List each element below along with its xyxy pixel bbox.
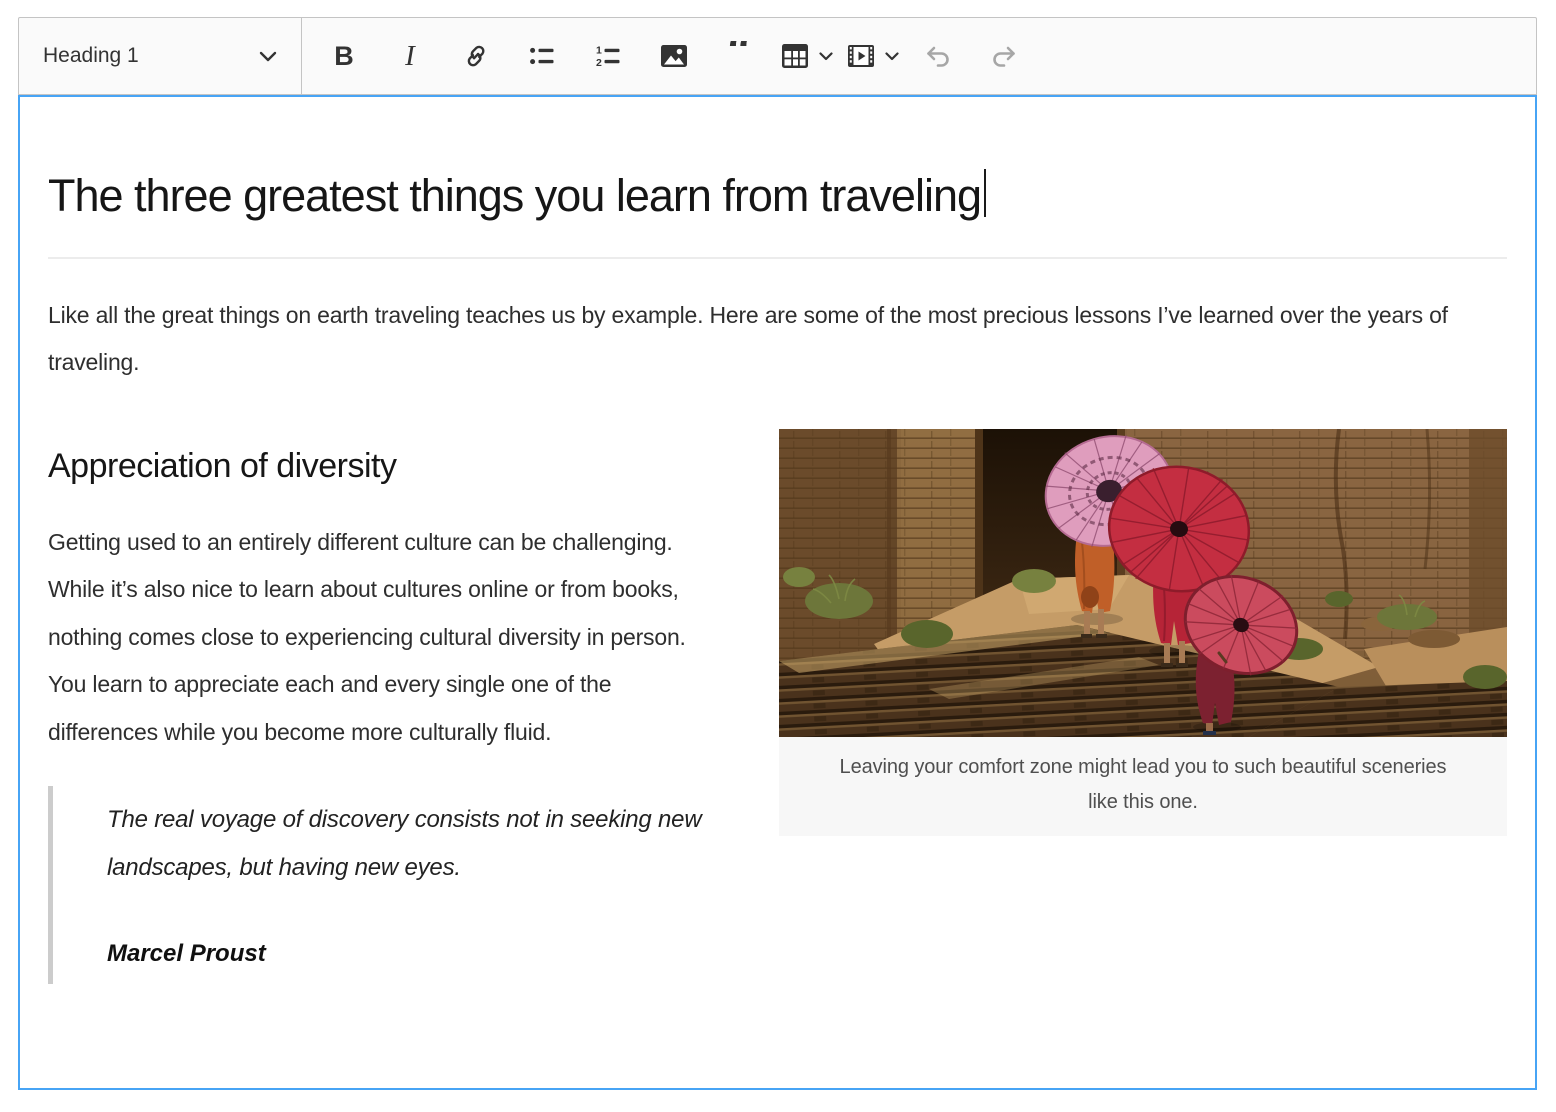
italic-button[interactable]: I — [382, 28, 438, 84]
insert-table-button[interactable] — [778, 28, 834, 84]
monks-umbrellas-photo — [779, 429, 1507, 737]
block-quote-button[interactable]: “ — [712, 28, 768, 84]
quote-text: The real voyage of discovery consists no… — [107, 796, 719, 892]
redo-button[interactable] — [976, 28, 1032, 84]
quote-author: Marcel Proust — [107, 940, 719, 968]
heading-dropdown-label: Heading 1 — [43, 44, 139, 68]
block-quote-icon: “ — [727, 41, 753, 71]
intro-paragraph: Like all the great things on earth trave… — [48, 292, 1507, 386]
svg-text:1: 1 — [596, 44, 602, 56]
numbered-list-icon: 1 2 — [594, 42, 622, 70]
insert-image-button[interactable] — [646, 28, 702, 84]
text-cursor — [984, 169, 986, 217]
chevron-down-icon — [885, 52, 899, 61]
chevron-down-icon — [259, 51, 277, 62]
toolbar-buttons: B I — [302, 18, 1032, 94]
redo-icon — [989, 41, 1019, 71]
bulleted-list-button[interactable] — [514, 28, 570, 84]
heading-dropdown[interactable]: Heading 1 — [19, 18, 302, 94]
rich-text-editor: Heading 1 B I — [18, 17, 1537, 1090]
bulleted-list-icon — [528, 42, 556, 70]
table-icon — [780, 41, 810, 71]
image-caption[interactable]: Leaving your comfort zone might lead you… — [779, 737, 1507, 836]
link-button[interactable] — [448, 28, 504, 84]
undo-icon — [923, 41, 953, 71]
media-embed-icon — [846, 41, 876, 71]
link-icon — [462, 42, 490, 70]
editor-toolbar: Heading 1 B I — [18, 17, 1537, 95]
undo-button[interactable] — [910, 28, 966, 84]
image-icon — [659, 41, 689, 71]
inline-image-figure[interactable]: Leaving your comfort zone might lead you… — [779, 429, 1507, 836]
document-title: The three greatest things you learn from… — [48, 169, 1507, 259]
insert-media-button[interactable] — [844, 28, 900, 84]
numbered-list-button[interactable]: 1 2 — [580, 28, 636, 84]
bold-icon: B — [334, 41, 354, 72]
italic-icon: I — [405, 40, 415, 73]
block-quote: The real voyage of discovery consists no… — [48, 786, 719, 984]
svg-text:2: 2 — [596, 57, 602, 69]
editor-content-area[interactable]: The three greatest things you learn from… — [18, 95, 1537, 1090]
bold-button[interactable]: B — [316, 28, 372, 84]
chevron-down-icon — [819, 52, 833, 61]
